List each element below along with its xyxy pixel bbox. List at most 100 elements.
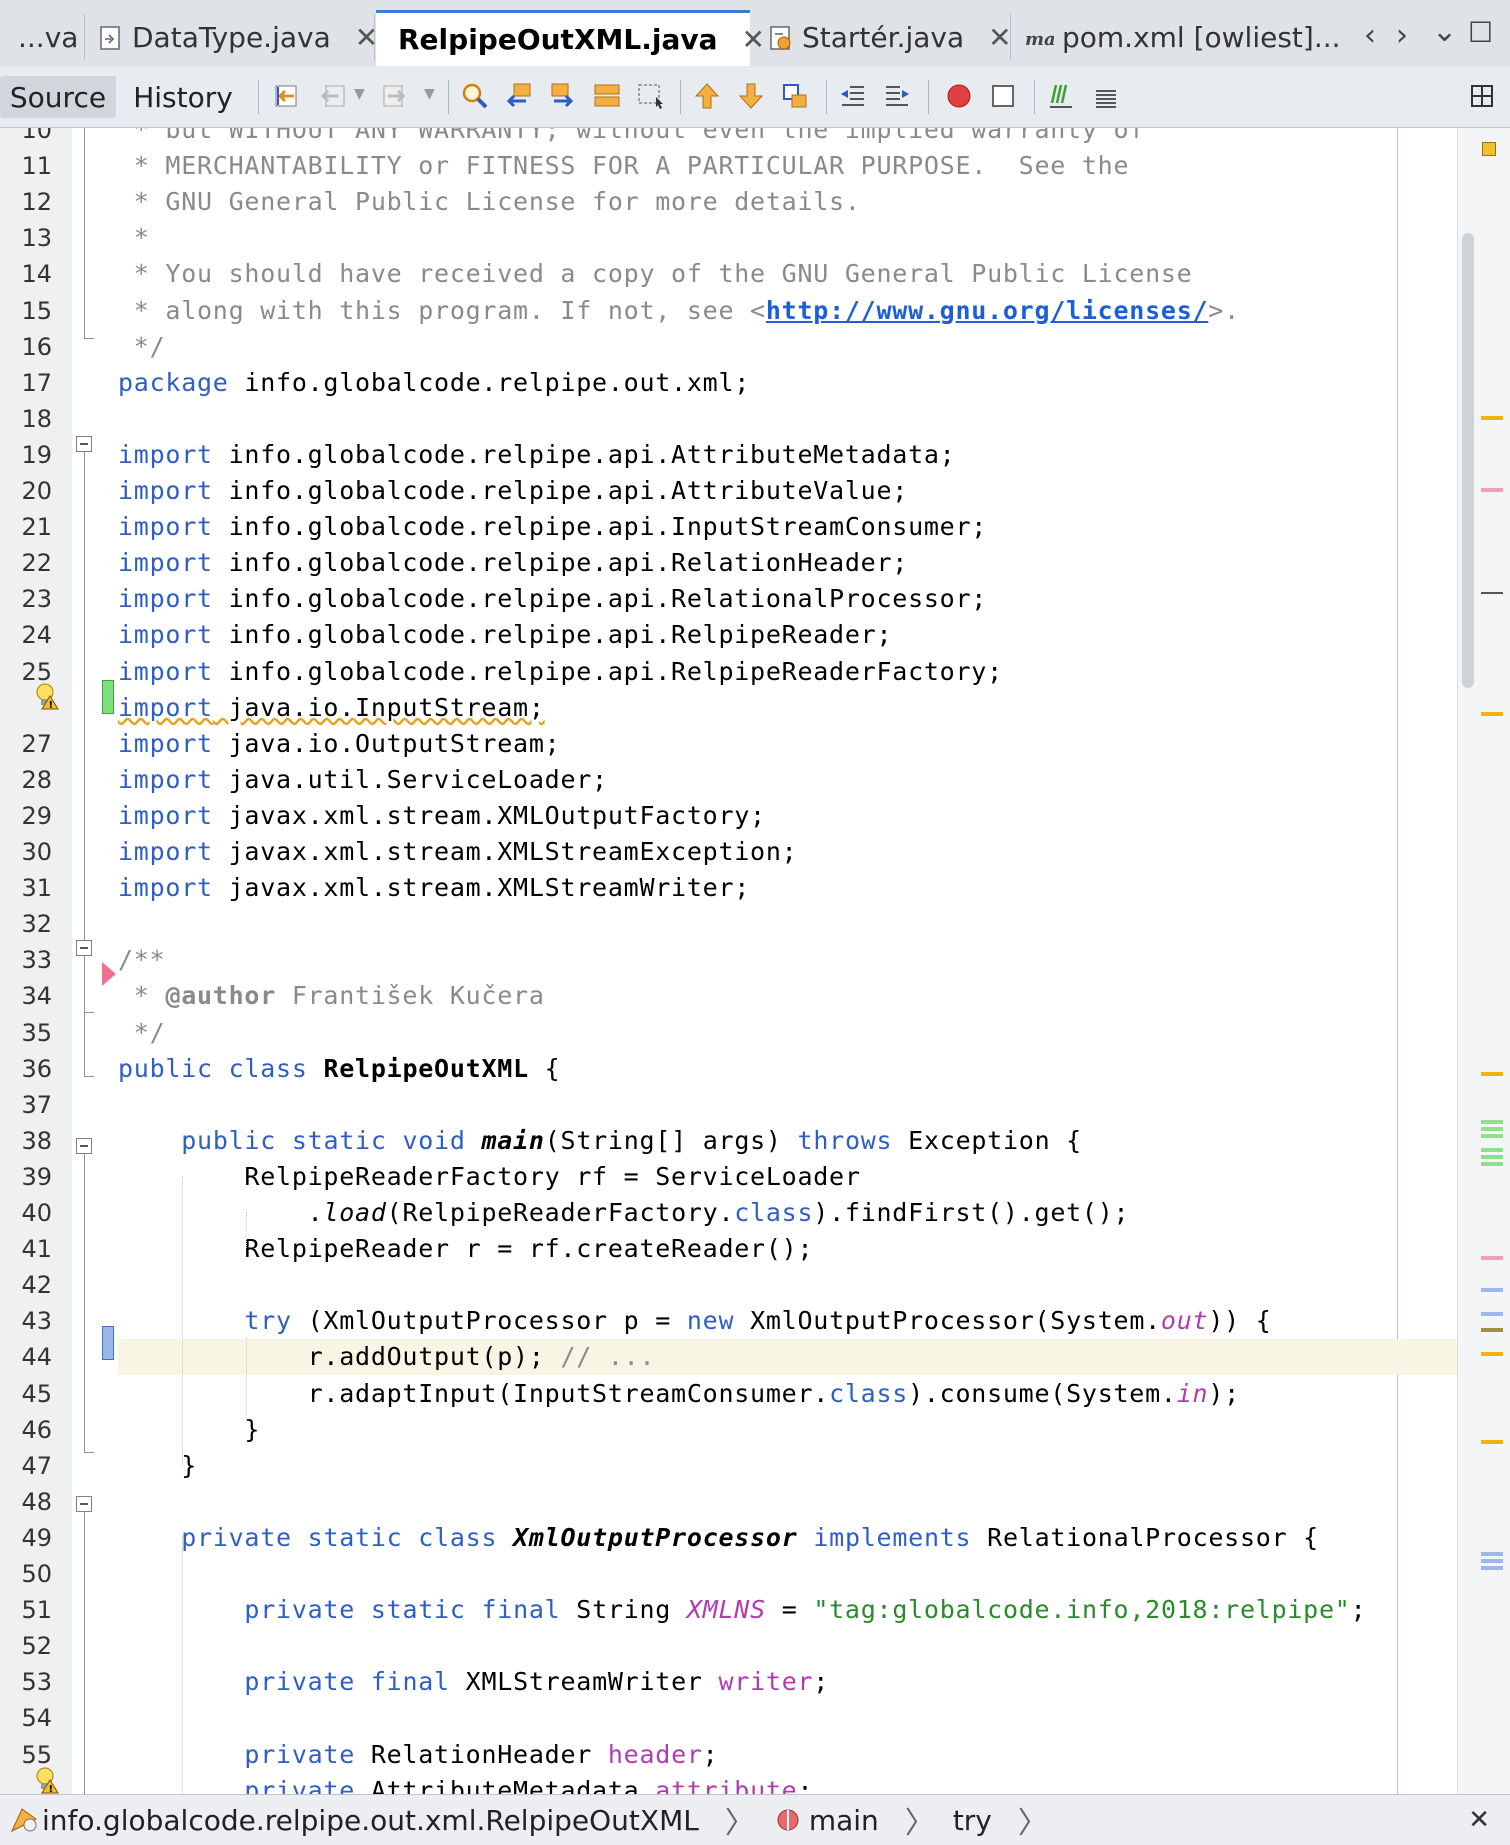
code-line[interactable]: 52 [0,1628,1457,1664]
find-next-icon[interactable] [548,81,578,111]
tab-datatype-java[interactable]: DataType.java ✕ [98,10,378,65]
code-text[interactable]: /** [118,945,165,974]
toggle-rectangular-selection-icon[interactable] [636,81,666,111]
code-text[interactable]: import javax.xml.stream.XMLStreamExcepti… [118,837,797,866]
modified-line-marker[interactable] [102,1326,114,1360]
code-text[interactable]: * You should have received a copy of the… [118,259,1193,288]
modified-mark[interactable] [1481,1552,1503,1570]
tab-source[interactable]: Source [0,76,116,118]
maximize-window-icon[interactable]: ☐ [1468,16,1493,49]
modified-mark[interactable] [1481,1288,1503,1292]
code-text[interactable]: import info.globalcode.relpipe.api.Relpi… [118,620,892,649]
code-line[interactable]: 44 r.addOutput(p); // ... [21,1339,1457,1376]
code-line[interactable]: 40 .load(RelpipeReaderFactory.class).fin… [0,1195,1457,1231]
code-text[interactable]: import info.globalcode.relpipe.api.Relat… [118,584,987,613]
tab-relpipeoutxml-java[interactable]: RelpipeOutXML.java ✕ [376,10,765,66]
code-line[interactable]: 33 /** [0,942,1457,978]
code-line[interactable]: 43 try (XmlOutputProcessor p = new XmlOu… [0,1303,1457,1339]
code-text[interactable]: r.adaptInput(InputStreamConsumer.class).… [118,1379,1240,1408]
code-line[interactable]: 23 import info.globalcode.relpipe.api.Rel… [0,581,1457,617]
caret-line-mark[interactable] [1481,1328,1503,1332]
code-text[interactable]: import info.globalcode.relpipe.api.Relat… [118,548,908,577]
code-text[interactable]: } [118,1415,260,1444]
code-text[interactable]: public class RelpipeOutXML { [118,1054,560,1083]
code-line[interactable]: 16 */ [0,329,1457,365]
lightbulb-warning-icon[interactable]: ! [34,1766,60,1794]
lightbulb-warning-icon[interactable]: ! [34,682,60,710]
code-line[interactable]: 38 public static void main(String[] args… [0,1123,1457,1159]
code-line[interactable]: 17 package info.globalcode.relpipe.out.xm… [0,365,1457,401]
code-line[interactable]: 10 * but WITHOUT ANY WARRANTY; without e… [0,128,1457,148]
fold-main-method-toggle[interactable] [76,1138,92,1154]
code-line[interactable]: 12 * GNU General Public License for more… [0,184,1457,220]
code-line[interactable]: 46 } [0,1412,1457,1448]
forward-icon[interactable] [380,81,410,111]
find-previous-icon[interactable] [504,81,534,111]
code-line[interactable]: 35 */ [0,1015,1457,1051]
warning-status-icon[interactable] [1482,142,1496,156]
code-text[interactable]: public static void main(String[] args) t… [118,1126,1082,1155]
code-line[interactable]: 42 [0,1267,1457,1303]
code-text[interactable]: private static final String XMLNS = "tag… [118,1595,1366,1624]
shift-line-left-icon[interactable] [838,81,868,111]
code-text[interactable]: try (XmlOutputProcessor p = new XmlOutpu… [118,1306,1272,1335]
code-text[interactable]: import javax.xml.stream.XMLStreamWriter; [118,873,750,902]
code-text[interactable]: */ [118,332,165,361]
code-text[interactable]: .load(RelpipeReaderFactory.class).findFi… [118,1198,1129,1227]
scroll-tabs-left-icon[interactable]: ‹ [1364,18,1376,53]
code-text[interactable]: private final XMLStreamWriter writer; [118,1667,829,1696]
fold-inner-class-toggle[interactable] [76,1496,92,1512]
code-line[interactable]: 54 [0,1700,1457,1736]
code-line[interactable]: 21 import info.globalcode.relpipe.api.Inp… [0,509,1457,545]
added-line-marker[interactable] [102,680,114,714]
start-macro-recording-icon[interactable] [944,81,974,111]
deleted-mark[interactable] [1481,1256,1503,1260]
close-icon[interactable]: ✕ [742,23,765,56]
deleted-line-marker[interactable] [102,962,116,986]
breadcrumb-class[interactable]: info.globalcode.relpipe.out.xml.RelpipeO… [8,1804,699,1837]
modified-mark[interactable] [1481,1312,1503,1316]
close-breadcrumb-icon[interactable]: ✕ [1468,1805,1490,1835]
code-line[interactable]: 49 private static class XmlOutputProcess… [0,1520,1457,1556]
added-mark[interactable] [1481,1120,1503,1138]
code-text[interactable]: package info.globalcode.relpipe.out.xml; [118,368,750,397]
code-text[interactable]: * GNU General Public License for more de… [118,187,861,216]
code-line[interactable]: 53 private final XMLStreamWriter writer; [0,1664,1457,1700]
code-line[interactable]: 50 [0,1556,1457,1592]
code-line[interactable]: 24 import info.globalcode.relpipe.api.Rel… [0,617,1457,653]
code-line[interactable]: 31 import javax.xml.stream.XMLStreamWrite… [0,870,1457,906]
code-line[interactable]: 19 import info.globalcode.relpipe.api.Att… [0,437,1457,473]
code-line[interactable]: 47 } [0,1448,1457,1484]
code-line[interactable]: 32 [0,906,1457,942]
shift-line-right-icon[interactable] [882,81,912,111]
code-line[interactable]: 37 [0,1087,1457,1123]
code-text[interactable]: * MERCHANTABILITY or FITNESS FOR A PARTI… [118,151,1129,180]
close-icon[interactable]: ✕ [988,21,1011,54]
last-edit-icon[interactable] [272,81,302,111]
code-text[interactable]: import info.globalcode.relpipe.api.Input… [118,512,987,541]
code-editor[interactable]: 10 * but WITHOUT ANY WARRANTY; without e… [0,128,1510,1794]
code-line[interactable]: 14 * You should have received a copy of … [0,256,1457,292]
tab-overflow[interactable]: ...va [18,10,78,65]
code-text[interactable]: private AttributeMetadata attribute; [118,1776,813,1794]
uncomment-icon[interactable] [1090,81,1120,111]
code-text[interactable]: r.addOutput(p); // ... [118,1342,655,1371]
tab-starter-java[interactable]: Startér.java ✕ [768,10,1012,65]
code-line[interactable]: 41 RelpipeReader r = rf.createReader(); [0,1231,1457,1267]
breadcrumb-method[interactable]: main [773,1804,879,1837]
next-bookmark-icon[interactable] [736,81,766,111]
code-text[interactable]: * but WITHOUT ANY WARRANTY; without even… [118,128,1145,144]
find-selection-icon[interactable] [460,81,490,111]
code-line[interactable]: 34 * @author František Kučera [0,978,1457,1014]
code-text[interactable]: * along with this program. If not, see <… [118,296,1240,325]
forward-dropdown-icon[interactable]: ▼ [424,86,435,102]
split-editor-icon[interactable] [1470,84,1494,108]
code-line[interactable]: 45 r.adaptInput(InputStreamConsumer.clas… [0,1376,1457,1412]
fold-javadoc-toggle[interactable] [76,940,92,956]
code-text[interactable]: RelpipeReader r = rf.createReader(); [118,1234,813,1263]
warning-mark[interactable] [1481,1072,1503,1076]
fold-imports-toggle[interactable] [76,436,92,452]
code-line[interactable]: 55 private RelationHeader header; [0,1737,1457,1773]
code-line[interactable]: 29 import javax.xml.stream.XMLOutputFacto… [0,798,1457,834]
toggle-highlight-search-icon[interactable] [592,81,622,111]
